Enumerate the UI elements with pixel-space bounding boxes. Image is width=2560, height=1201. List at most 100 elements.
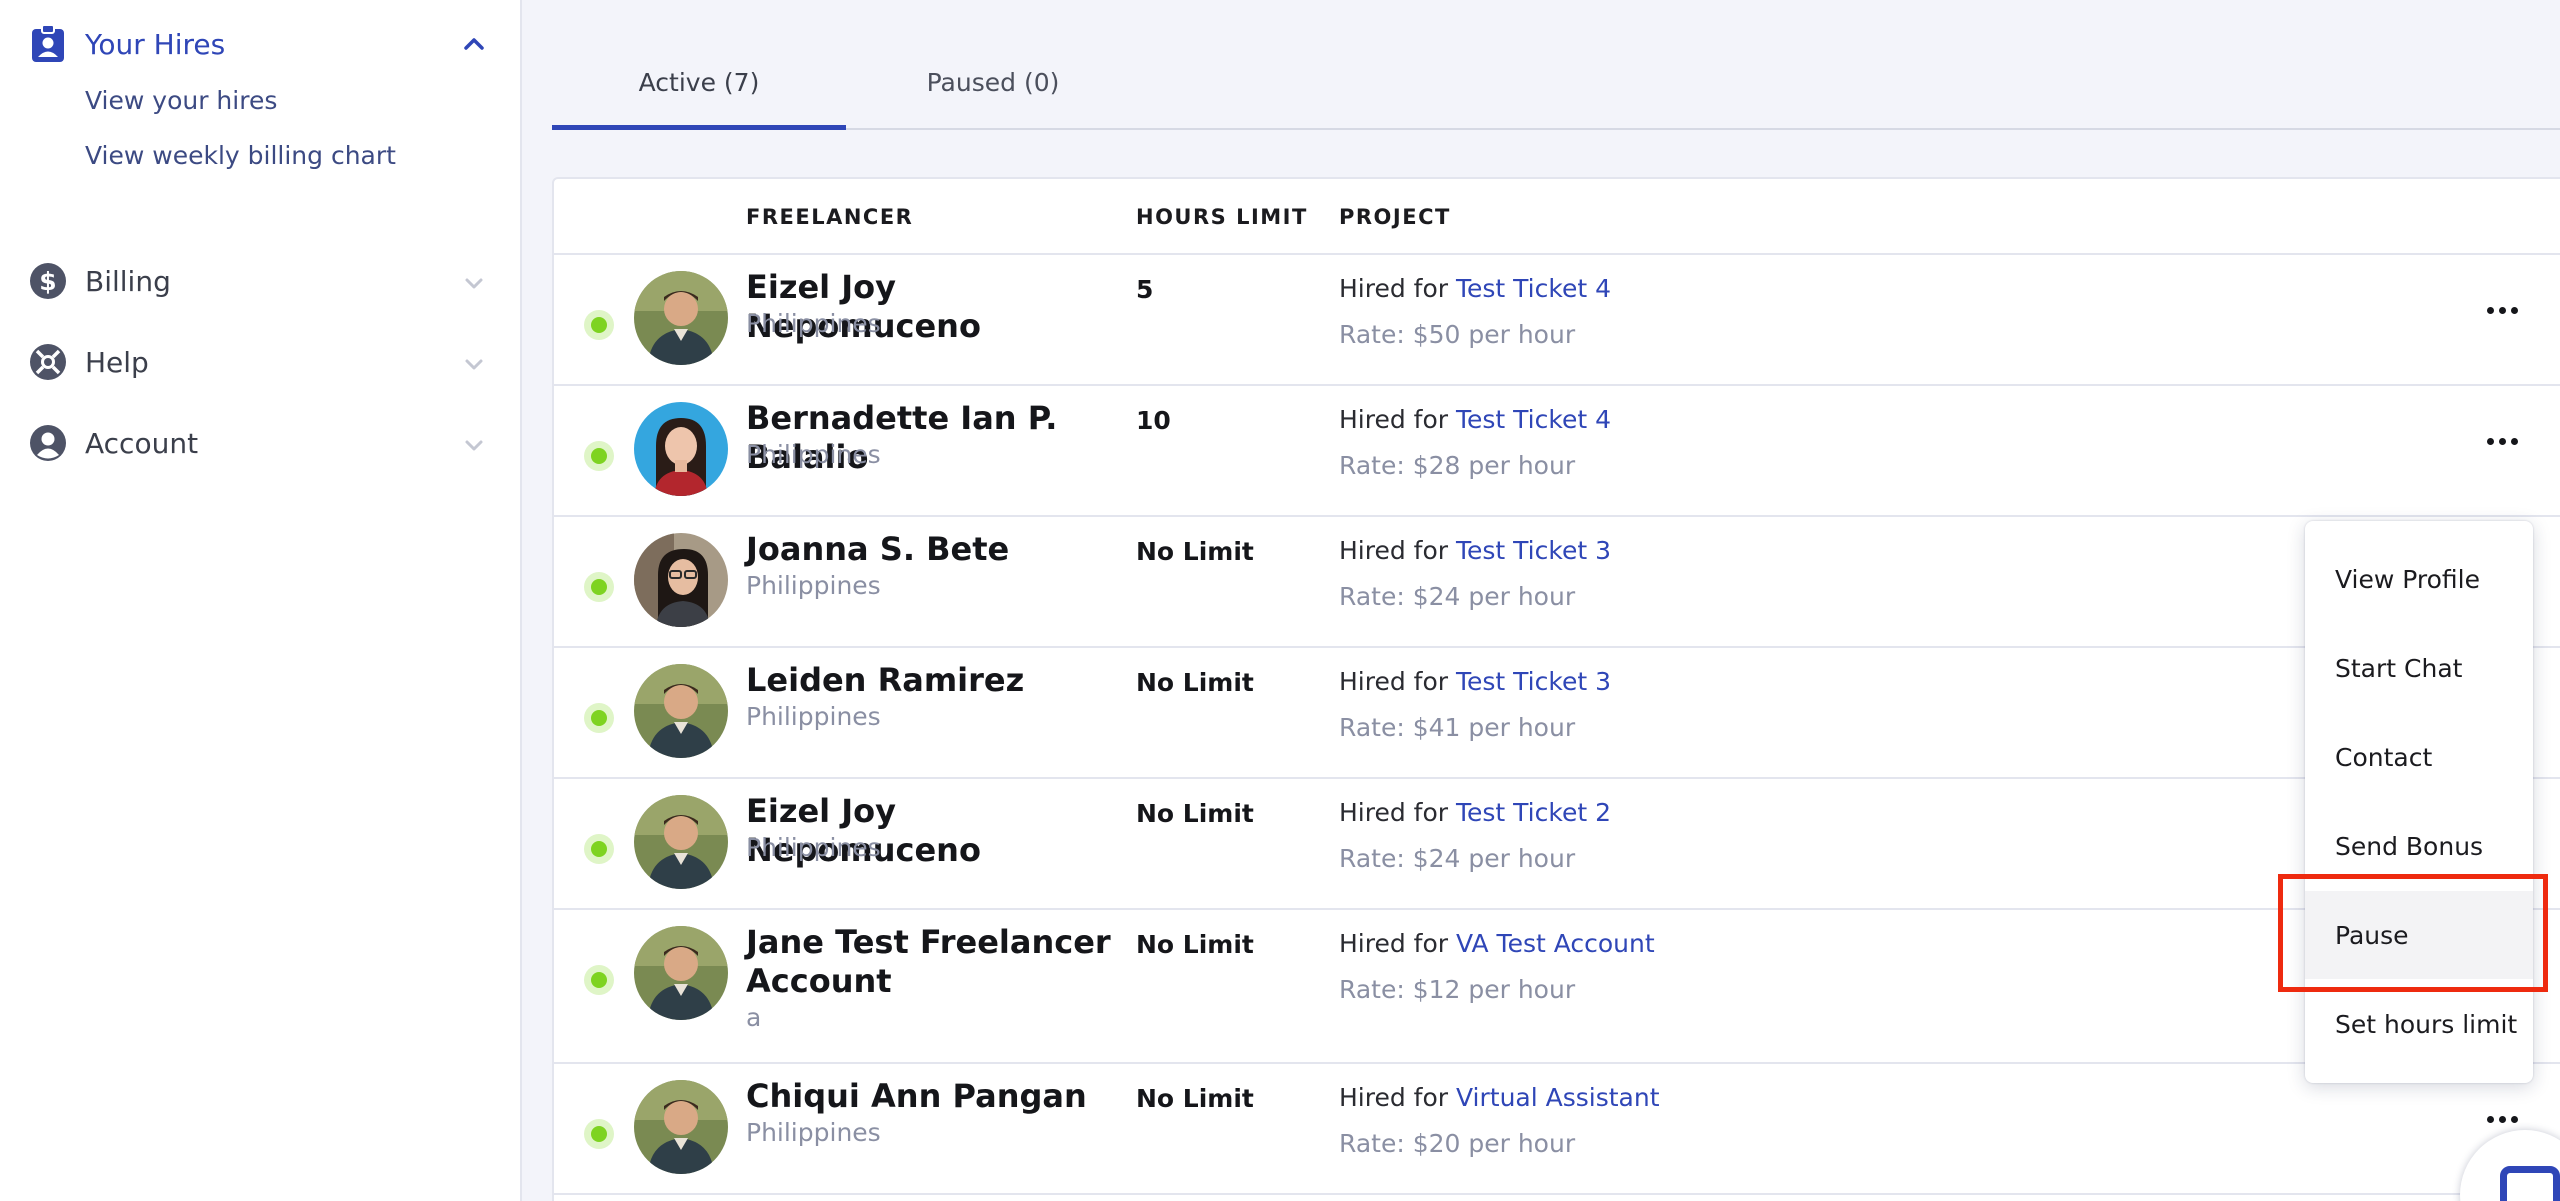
hired-for-text: Hired for Test Ticket 2 [1339,798,1611,827]
table-row[interactable]: Eizel Joy Nepomuceno Philippines 5 Hired… [554,255,2560,386]
sidebar-item-label: Account [85,426,199,460]
online-status-icon [584,1119,614,1149]
rate-text: Rate: $41 per hour [1339,713,1576,742]
rate-text: Rate: $28 per hour [1339,451,1576,480]
project-link[interactable]: Test Ticket 2 [1456,798,1611,827]
hired-prefix: Hired for [1339,405,1449,434]
freelancer-name[interactable]: Chiqui Ann Pangan [746,1077,1136,1116]
online-status-icon [584,441,614,471]
hires-tabs: Active (7) Paused (0) [552,40,2560,130]
more-options-icon[interactable] [2474,421,2530,461]
lifebuoy-icon [28,342,68,382]
rate-text: Rate: $24 per hour [1339,844,1576,873]
rate-text: Rate: $20 per hour [1339,1129,1576,1158]
hours-limit: No Limit [1136,1084,1254,1113]
avatar[interactable] [634,1080,728,1174]
user-circle-icon [28,423,68,463]
avatar[interactable] [634,533,728,627]
online-status-icon [584,834,614,864]
hired-for-text: Hired for Test Ticket 4 [1339,274,1611,303]
tab-active[interactable]: Active (7) [552,40,846,130]
row-actions-menu: View Profile Start Chat Contact Send Bon… [2305,521,2533,1083]
freelancer-name[interactable]: Leiden Ramirez [746,661,1136,700]
hours-limit: No Limit [1136,799,1254,828]
online-status-icon [584,965,614,995]
menu-item-pause[interactable]: Pause [2305,891,2533,979]
sidebar-item-help[interactable]: Help [28,336,488,388]
project-link[interactable]: VA Test Account [1456,929,1655,958]
sidebar-item-label: Your Hires [85,27,226,61]
sidebar-item-billing[interactable]: $ Billing [28,255,488,307]
hours-limit: 5 [1136,275,1154,304]
avatar[interactable] [634,795,728,889]
hired-prefix: Hired for [1339,274,1449,303]
hours-limit: No Limit [1136,537,1254,566]
menu-item-view-profile[interactable]: View Profile [2305,535,2533,623]
hired-prefix: Hired for [1339,929,1449,958]
sidebar-item-your-hires[interactable]: Your Hires [28,18,488,70]
online-status-icon [584,703,614,733]
menu-item-start-chat[interactable]: Start Chat [2305,624,2533,712]
menu-item-send-bonus[interactable]: Send Bonus [2305,802,2533,890]
freelancer-country: Philippines [746,1118,881,1147]
hired-prefix: Hired for [1339,1083,1449,1112]
hired-prefix: Hired for [1339,667,1449,696]
hires-table: FREELANCER HOURS LIMIT PROJECT Eizel Joy… [552,177,2560,1201]
hours-limit: 10 [1136,406,1171,435]
hired-prefix: Hired for [1339,536,1449,565]
hired-for-text: Hired for Test Ticket 3 [1339,667,1611,696]
project-link[interactable]: Test Ticket 3 [1456,536,1611,565]
chevron-down-icon[interactable] [460,270,488,298]
rate-text: Rate: $50 per hour [1339,320,1576,349]
table-row[interactable]: Leiden Ramirez Philippines No Limit Hire… [554,648,2560,779]
avatar[interactable] [634,402,728,496]
hired-for-text: Hired for VA Test Account [1339,929,1655,958]
avatar[interactable] [634,271,728,365]
rate-text: Rate: $12 per hour [1339,975,1576,1004]
online-status-icon [584,572,614,602]
sidebar-item-account[interactable]: Account [28,417,488,469]
dollar-icon: $ [28,261,68,301]
freelancer-name[interactable]: Jane Test Freelancer Account [746,923,1136,1001]
sidebar-subitem-view-hires[interactable]: View your hires [85,86,277,115]
more-options-icon[interactable] [2474,290,2530,330]
online-status-icon [584,310,614,340]
sidebar-item-label: Help [85,345,149,379]
column-header-freelancer: FREELANCER [746,205,914,229]
table-row[interactable]: Eizel Joy Nepomuceno Philippines No Limi… [554,779,2560,910]
hours-limit: No Limit [1136,668,1254,697]
hired-for-text: Hired for Virtual Assistant [1339,1083,1660,1112]
sidebar-subitem-weekly-billing-chart[interactable]: View weekly billing chart [85,141,396,170]
column-header-project: PROJECT [1339,205,1451,229]
tab-paused[interactable]: Paused (0) [846,40,1140,130]
freelancer-country: Philippines [746,571,881,600]
chevron-down-icon[interactable] [460,351,488,379]
hired-prefix: Hired for [1339,798,1449,827]
column-header-hours-limit: HOURS LIMIT [1136,205,1308,229]
chevron-up-icon[interactable] [460,30,488,58]
sidebar: Your Hires View your hires View weekly b… [0,0,522,1201]
avatar[interactable] [634,926,728,1020]
sidebar-item-label: Billing [85,264,171,298]
freelancer-name[interactable]: Joanna S. Bete [746,530,1136,569]
avatar[interactable] [634,664,728,758]
freelancer-country: Philippines [746,309,881,338]
id-badge-icon [28,24,68,64]
table-row[interactable]: Chiqui Ann Pangan Philippines No Limit H… [554,1064,2560,1195]
menu-item-contact[interactable]: Contact [2305,713,2533,801]
project-link[interactable]: Test Ticket 3 [1456,667,1611,696]
table-row[interactable]: Bernadette Ian P. Balalio Philippines 10… [554,386,2560,517]
freelancer-country: Philippines [746,702,881,731]
project-link[interactable]: Test Ticket 4 [1456,405,1611,434]
freelancer-country: Philippines [746,833,881,862]
hired-for-text: Hired for Test Ticket 3 [1339,536,1611,565]
hired-for-text: Hired for Test Ticket 4 [1339,405,1611,434]
table-header: FREELANCER HOURS LIMIT PROJECT [554,179,2560,255]
project-link[interactable]: Virtual Assistant [1456,1083,1660,1112]
table-row[interactable]: Jane Test Freelancer Account a No Limit … [554,910,2560,1064]
table-row[interactable]: Joanna S. Bete Philippines No Limit Hire… [554,517,2560,648]
freelancer-country: a [746,1003,762,1032]
project-link[interactable]: Test Ticket 4 [1456,274,1611,303]
menu-item-set-hours-limit[interactable]: Set hours limit [2305,980,2533,1068]
chevron-down-icon[interactable] [460,432,488,460]
